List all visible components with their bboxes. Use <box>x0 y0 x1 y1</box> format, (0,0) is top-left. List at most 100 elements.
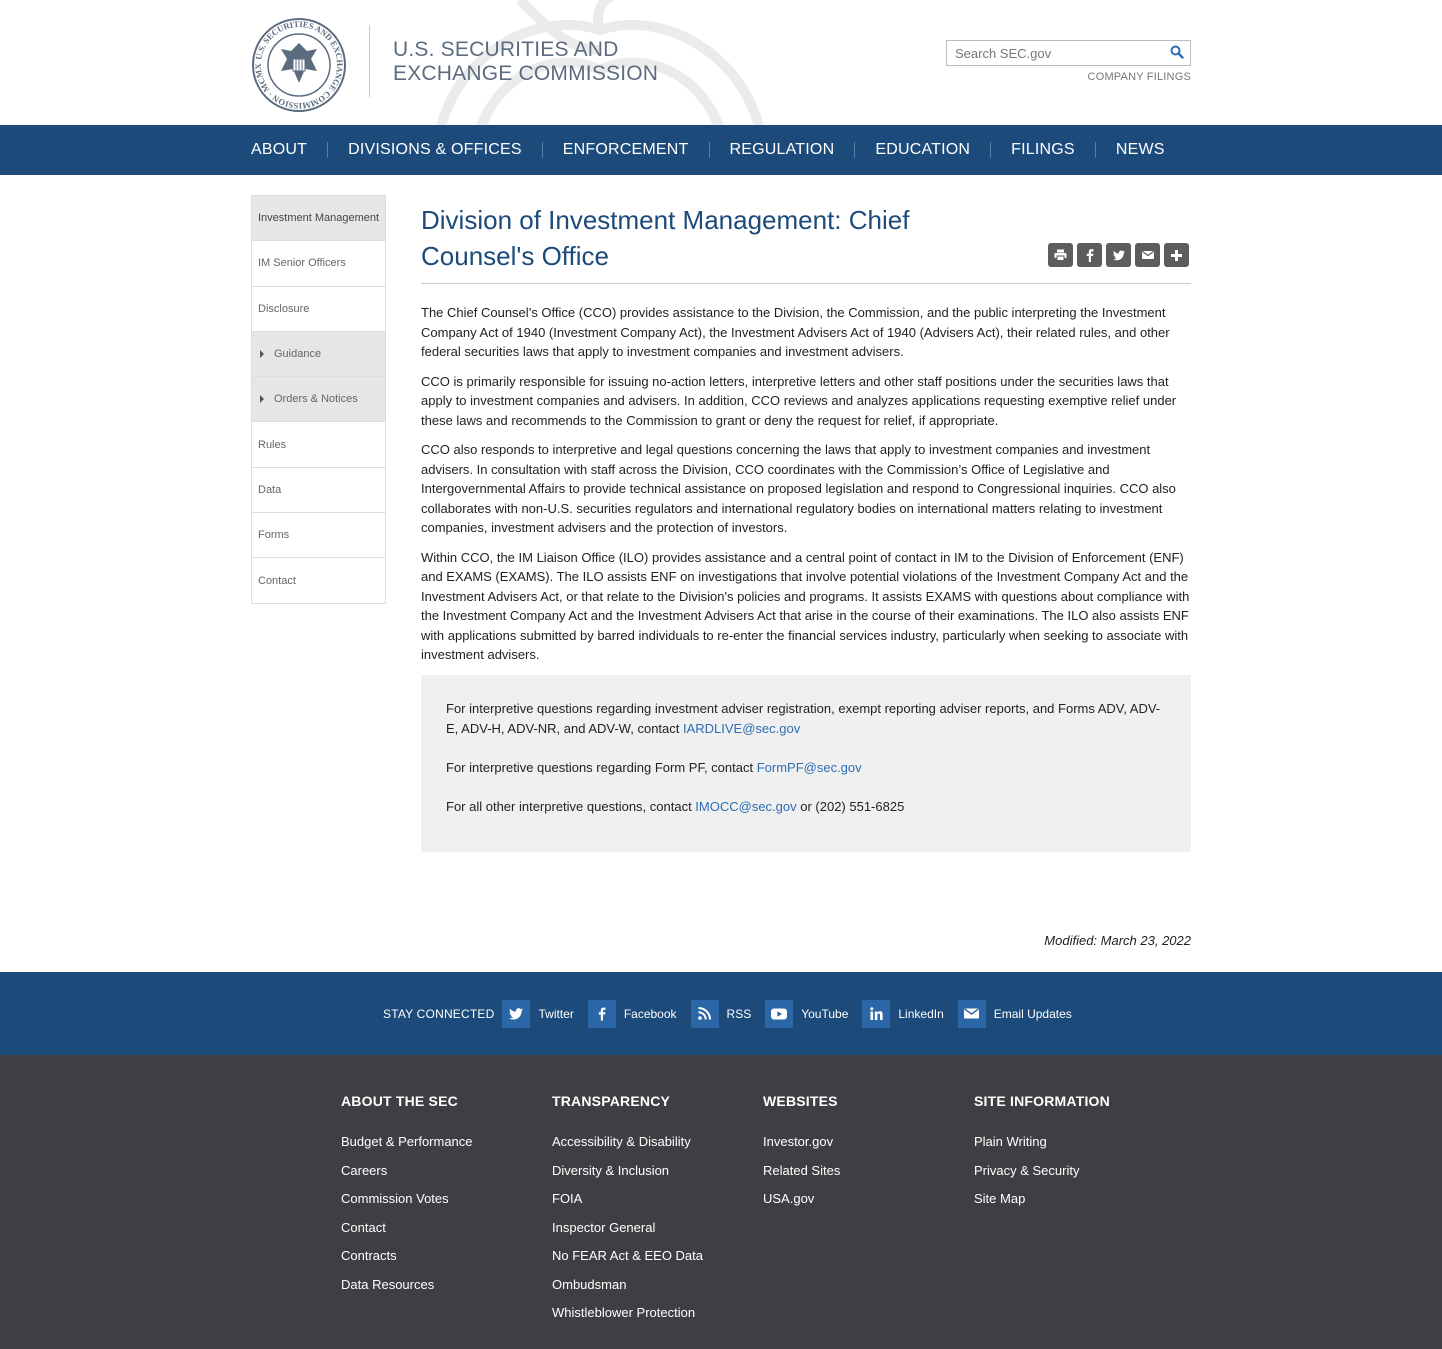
email-share-button[interactable] <box>1135 243 1160 267</box>
youtube-icon <box>765 999 794 1028</box>
sidebar-item-forms[interactable]: Forms <box>252 513 385 559</box>
stay-connected-label: STAY CONNECTED <box>383 1006 495 1021</box>
paragraph: CCO also responds to interpretive and le… <box>421 442 1176 535</box>
agency-name-line1: U.S. SECURITIES AND <box>393 38 619 61</box>
imocc-email-link[interactable]: IMOCC@sec.gov <box>695 799 796 814</box>
sidebar-item-label: Guidance <box>274 348 322 361</box>
print-icon <box>1054 249 1067 261</box>
sidebar-item-data[interactable]: Data <box>252 467 385 514</box>
nav-regulation[interactable]: REGULATION <box>710 125 855 175</box>
sidebar-item-label: IM Senior Officers <box>258 257 346 270</box>
contact-text: For interpretive questions regarding inv… <box>446 701 1161 736</box>
footer-link[interactable]: FOIA <box>552 1185 752 1214</box>
email-updates-label: Email Updates <box>993 1006 1072 1021</box>
rss-link[interactable]: RSS <box>690 999 752 1028</box>
sidebar-item-label: Data <box>258 483 282 496</box>
footer-link[interactable]: Accessibility & Disability <box>552 1128 752 1157</box>
iardlive-email-link[interactable]: IARDLIVE@sec.gov <box>683 721 800 736</box>
footer-link[interactable]: Investor.gov <box>763 1128 963 1157</box>
footer-link[interactable]: Site Map <box>974 1185 1174 1214</box>
footer-heading: TRANSPARENCY <box>552 1093 671 1109</box>
search-input[interactable] <box>947 41 1162 65</box>
company-filings-link[interactable]: COMPANY FILINGS <box>1088 71 1191 83</box>
footer-link[interactable]: USA.gov <box>763 1185 963 1214</box>
linkedin-link[interactable]: LinkedIn <box>862 999 944 1028</box>
email-icon <box>957 999 986 1028</box>
email-updates-link[interactable]: Email Updates <box>957 999 1072 1028</box>
footer-column-transparency: TRANSPARENCY Accessibility & Disability … <box>552 1093 752 1328</box>
footer-column-websites: WEBSITES Investor.gov Related Sites USA.… <box>763 1093 963 1214</box>
footer-link[interactable]: Data Resources <box>341 1271 541 1300</box>
footer-heading: SITE INFORMATION <box>974 1093 1110 1109</box>
rss-icon <box>690 999 719 1028</box>
sidebar: Investment Management IM Senior Officers… <box>251 195 386 604</box>
site-header: U.S. SECURITIES AND EXCHANGE COMMISSION … <box>0 0 1442 125</box>
paragraph: CCO is primarily responsible for issuing… <box>421 373 1177 428</box>
contact-line-other: For all other interpretive questions, co… <box>446 797 1166 817</box>
sidebar-item-label: Rules <box>258 438 287 451</box>
footer-link[interactable]: Privacy & Security <box>974 1157 1174 1186</box>
site-footer: ABOUT THE SEC Budget & Performance Caree… <box>0 1055 1442 1349</box>
footer-link[interactable]: Diversity & Inclusion <box>552 1157 752 1186</box>
plus-icon <box>1171 249 1182 261</box>
nav-about[interactable]: ABOUT <box>251 125 327 175</box>
footer-link[interactable]: Contact <box>341 1214 541 1243</box>
nav-filings[interactable]: FILINGS <box>991 125 1095 175</box>
footer-link[interactable]: Whistleblower Protection <box>552 1299 752 1328</box>
footer-link[interactable]: No FEAR Act & EEO Data <box>552 1242 752 1271</box>
contact-line-formpf: For interpretive questions regarding For… <box>446 758 1166 778</box>
sidebar-item-disclosure[interactable]: Disclosure <box>252 286 385 332</box>
more-share-button[interactable] <box>1164 243 1189 267</box>
sidebar-item-investment-management[interactable]: Investment Management <box>252 196 385 242</box>
caret-right-icon <box>260 350 264 359</box>
nav-enforcement[interactable]: ENFORCEMENT <box>543 125 709 175</box>
twitter-icon <box>1112 249 1125 260</box>
footer-link[interactable]: Related Sites <box>763 1157 963 1186</box>
caret-right-icon <box>260 395 264 404</box>
nav-divisions-offices[interactable]: DIVISIONS & OFFICES <box>328 125 542 175</box>
footer-link[interactable]: Careers <box>341 1157 541 1186</box>
youtube-label: YouTube <box>801 1006 849 1021</box>
footer-link[interactable]: Plain Writing <box>974 1128 1174 1157</box>
sidebar-item-label: Disclosure <box>258 302 310 315</box>
search-button[interactable] <box>1168 44 1186 62</box>
main-navigation: ABOUT DIVISIONS & OFFICES ENFORCEMENT RE… <box>0 125 1442 175</box>
title-divider <box>421 283 1191 284</box>
twitter-share-button[interactable] <box>1106 243 1131 267</box>
linkedin-label: LinkedIn <box>898 1006 944 1021</box>
sidebar-item-label: Orders & Notices <box>274 393 358 406</box>
print-button[interactable] <box>1048 243 1073 267</box>
header-divider <box>369 25 370 97</box>
facebook-share-button[interactable] <box>1077 243 1102 267</box>
formpf-email-link[interactable]: FormPF@sec.gov <box>757 760 862 775</box>
sidebar-item-label: Forms <box>258 529 290 542</box>
contact-text: For interpretive questions regarding For… <box>446 759 757 775</box>
footer-link[interactable]: Commission Votes <box>341 1185 541 1214</box>
nav-news[interactable]: NEWS <box>1096 125 1185 175</box>
sidebar-item-label: Contact <box>258 574 296 587</box>
footer-link[interactable]: Inspector General <box>552 1214 752 1243</box>
stay-connected-bar: STAY CONNECTED Twitter Facebook RSS YouT… <box>0 972 1442 1055</box>
sidebar-item-guidance[interactable]: Guidance <box>252 331 385 378</box>
sidebar-item-label: Investment Management <box>258 212 380 225</box>
paragraph: Within CCO, the IM Liaison Office (ILO) … <box>421 549 1190 663</box>
contact-line-adv: For interpretive questions regarding inv… <box>446 699 1166 738</box>
sidebar-item-rules[interactable]: Rules <box>252 422 385 468</box>
modified-date: Modified: March 23, 2022 <box>1044 933 1191 948</box>
footer-heading: WEBSITES <box>763 1093 838 1109</box>
footer-link[interactable]: Ombudsman <box>552 1271 752 1300</box>
paragraph: The Chief Counsel’s Office (CCO) provide… <box>421 305 1170 359</box>
footer-link[interactable]: Budget & Performance <box>341 1128 541 1157</box>
facebook-icon <box>1086 248 1093 262</box>
sidebar-item-orders-notices[interactable]: Orders & Notices <box>252 377 385 423</box>
sidebar-item-contact[interactable]: Contact <box>252 558 385 604</box>
nav-education[interactable]: EDUCATION <box>855 125 990 175</box>
sidebar-item-im-senior-officers[interactable]: IM Senior Officers <box>252 241 385 287</box>
rss-label: RSS <box>726 1006 752 1021</box>
linkedin-icon <box>862 999 891 1028</box>
agency-name[interactable]: U.S. SECURITIES AND EXCHANGE COMMISSION <box>393 38 658 86</box>
youtube-link[interactable]: YouTube <box>765 999 849 1028</box>
twitter-link[interactable]: Twitter <box>502 999 574 1028</box>
facebook-link[interactable]: Facebook <box>587 999 677 1028</box>
footer-link[interactable]: Contracts <box>341 1242 541 1271</box>
